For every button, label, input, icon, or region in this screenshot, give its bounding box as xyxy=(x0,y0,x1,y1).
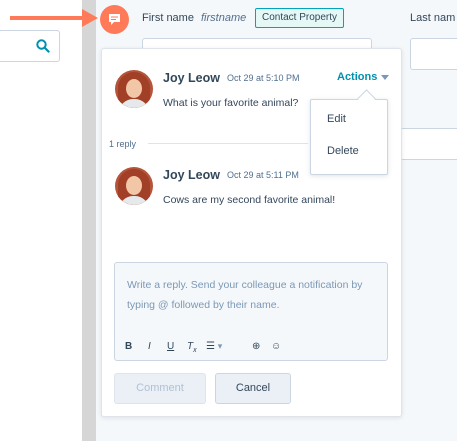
clear-format-button[interactable]: Tx xyxy=(187,341,197,354)
reply-timestamp: Oct 29 at 5:11 PM xyxy=(227,170,299,180)
avatar xyxy=(115,167,153,205)
chevron-down-icon[interactable] xyxy=(381,75,389,80)
comment-marker-button[interactable] xyxy=(100,5,129,34)
cancel-button[interactable]: Cancel xyxy=(215,373,291,404)
menu-item-edit[interactable]: Edit xyxy=(327,113,346,125)
comment-button[interactable]: Comment xyxy=(114,373,206,404)
comment-bubble-icon xyxy=(109,14,120,25)
left-panel xyxy=(0,0,82,441)
emoji-icon[interactable]: ☺ xyxy=(271,341,281,352)
last-name-label: Last nam xyxy=(410,12,456,24)
underline-button[interactable]: U xyxy=(167,341,174,352)
reply-text: Cows are my second favorite animal! xyxy=(163,194,336,206)
menu-item-delete[interactable]: Delete xyxy=(327,145,359,157)
attachment-icon[interactable]: ⊕ xyxy=(252,341,260,352)
arrow-right-icon xyxy=(10,9,98,27)
chevron-down-icon: ▾ xyxy=(217,341,223,351)
comment-timestamp: Oct 29 at 5:10 PM xyxy=(227,73,300,83)
actions-menu xyxy=(310,99,388,175)
search-input[interactable] xyxy=(0,30,60,62)
reply-divider xyxy=(148,143,308,144)
reply-author: Joy Leow xyxy=(163,168,220,182)
comment-author: Joy Leow xyxy=(163,71,220,85)
list-icon: ☰ xyxy=(206,341,215,352)
reply-count: 1 reply xyxy=(109,139,137,149)
panel-divider xyxy=(82,0,96,441)
list-button[interactable]: ☰ ▾ xyxy=(206,341,222,352)
comment-text: What is your favorite animal? xyxy=(163,97,299,109)
clear-format-subscript: x xyxy=(193,347,197,354)
bold-button[interactable]: B xyxy=(125,341,132,352)
contact-property-tag: Contact Property xyxy=(255,8,345,28)
search-icon[interactable] xyxy=(36,39,50,53)
first-name-internal-name: firstname xyxy=(201,12,247,24)
last-name-input[interactable] xyxy=(410,38,457,70)
actions-button[interactable]: Actions xyxy=(337,71,377,83)
reply-placeholder: Write a reply. Send your colleague a not… xyxy=(127,279,363,311)
italic-button[interactable]: I xyxy=(148,341,151,352)
first-name-label: First name xyxy=(142,12,194,24)
avatar xyxy=(115,70,153,108)
